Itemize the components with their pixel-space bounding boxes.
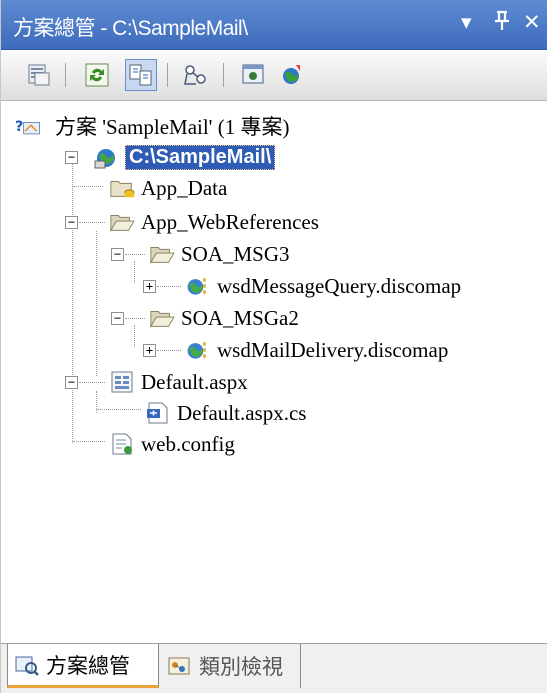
tree-node-web-config[interactable]: web.config <box>109 429 235 459</box>
tree-node-default-aspx[interactable]: Default.aspx <box>109 367 248 397</box>
website-project-icon <box>93 144 119 170</box>
tree-node-soa-msga2[interactable]: SOA_MSGa2 <box>149 303 299 333</box>
tree-node-project[interactable]: C:\SampleMail\ <box>93 142 276 172</box>
toolbar-separator <box>65 63 66 87</box>
collapse-toggle[interactable]: − <box>65 151 78 164</box>
tab-solution-explorer[interactable]: 方案總管 <box>7 644 159 688</box>
expand-toggle[interactable]: + <box>143 280 156 293</box>
class-view-icon <box>167 653 193 679</box>
aspx-page-icon <box>109 369 135 395</box>
tree-node-discomap-maildelivery[interactable]: wsdMailDelivery.discomap <box>185 335 448 365</box>
properties-icon[interactable] <box>23 59 55 91</box>
soa-msg3-label: SOA_MSG3 <box>181 241 290 266</box>
tree-connector <box>72 158 73 443</box>
solution-label: 方案 'SampleMail' (1 專案) <box>55 115 290 139</box>
toolbar-separator <box>223 63 224 87</box>
tab-class-view[interactable]: 類別檢視 <box>161 644 301 688</box>
dropdown-icon[interactable]: ▾ <box>461 10 472 34</box>
tree-node-app-data[interactable]: App_Data <box>109 173 227 203</box>
toolbar <box>1 51 547 101</box>
tree-node-discomap-messagequery[interactable]: wsdMessageQuery.discomap <box>185 271 461 301</box>
tree-connector <box>134 325 135 347</box>
tree-connector <box>73 186 103 187</box>
open-folder-icon <box>149 241 175 267</box>
pin-icon[interactable] <box>493 10 511 37</box>
tree-node-default-aspx-cs[interactable]: Default.aspx.cs <box>145 398 306 428</box>
app-webreferences-label: App_WebReferences <box>141 209 319 234</box>
toolbar-separator <box>167 63 168 87</box>
web-reference-icon <box>185 337 211 363</box>
config-file-icon <box>109 431 135 457</box>
folder-icon <box>109 175 135 201</box>
tree-node-soa-msg3[interactable]: SOA_MSG3 <box>149 239 290 269</box>
tree-node-app-webreferences[interactable]: App_WebReferences <box>109 207 319 237</box>
tree-connector <box>73 441 105 442</box>
web-config-label: web.config <box>141 431 235 456</box>
tree-node-solution[interactable]: ? 方案 'SampleMail' (1 專案) <box>15 111 289 141</box>
tree-connector <box>79 382 105 383</box>
csharp-file-icon <box>145 400 171 426</box>
tab-class-view-label: 類別檢視 <box>199 656 283 679</box>
collapse-toggle[interactable]: − <box>111 312 124 325</box>
tree-connector <box>96 231 97 376</box>
collapse-toggle[interactable]: − <box>65 376 78 389</box>
copy-website-icon[interactable] <box>237 59 269 91</box>
tab-bar: 方案總管 類別檢視 <box>1 643 547 693</box>
tree-connector <box>125 254 145 255</box>
title-bar[interactable]: 方案總管 - C:\SampleMail\ ▾ ✕ <box>1 0 547 50</box>
project-label: C:\SampleMail\ <box>125 144 276 170</box>
solution-icon: ? <box>15 113 41 139</box>
refresh-icon[interactable] <box>81 59 113 91</box>
close-icon[interactable]: ✕ <box>523 10 541 34</box>
discomap-maildelivery-label: wsdMailDelivery.discomap <box>217 337 449 362</box>
default-aspx-label: Default.aspx <box>141 369 248 394</box>
asp-net-config-icon[interactable] <box>275 59 307 91</box>
svg-text:?: ? <box>15 119 23 135</box>
app-data-label: App_Data <box>141 175 228 200</box>
window-title: 方案總管 - C:\SampleMail\ <box>13 17 248 40</box>
tree-connector <box>79 222 105 223</box>
class-diagram-icon[interactable] <box>179 59 211 91</box>
tree-connector <box>134 261 135 283</box>
collapse-toggle[interactable]: − <box>65 216 78 229</box>
tree-connector <box>157 286 181 287</box>
open-folder-icon <box>109 209 135 235</box>
collapse-toggle[interactable]: − <box>111 248 124 261</box>
default-aspx-cs-label: Default.aspx.cs <box>177 400 307 425</box>
tab-solution-explorer-label: 方案總管 <box>46 654 130 678</box>
discomap-messagequery-label: wsdMessageQuery.discomap <box>217 273 462 298</box>
solution-tree: ? 方案 'SampleMail' (1 專案) − C:\SampleMail… <box>1 103 547 643</box>
expand-toggle[interactable]: + <box>143 344 156 357</box>
open-folder-icon <box>149 305 175 331</box>
web-reference-icon <box>185 273 211 299</box>
nest-files-icon[interactable] <box>125 59 157 91</box>
solution-explorer-icon <box>14 652 40 678</box>
soa-msga2-label: SOA_MSGa2 <box>181 305 299 330</box>
tree-connector <box>125 318 145 319</box>
tree-connector <box>157 350 181 351</box>
tree-connector <box>97 409 141 410</box>
solution-explorer-panel: 方案總管 - C:\SampleMail\ ▾ ✕ ? 方案 'SampleMa… <box>0 0 547 693</box>
